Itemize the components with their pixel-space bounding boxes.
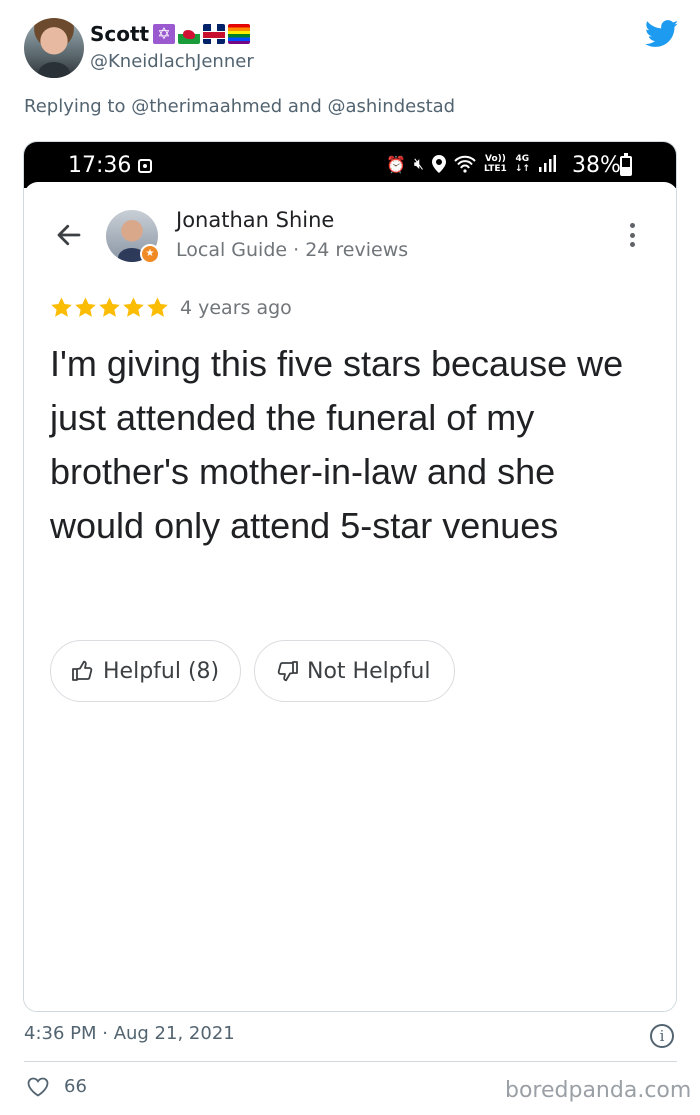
star-icon xyxy=(75,297,96,317)
status-icons: ⏰ 🔇︎ Vo)) LTE1 4G ↓↑ xyxy=(386,154,556,174)
helpful-label: Helpful (8) xyxy=(103,658,220,684)
screen-record-icon xyxy=(138,159,152,173)
star-icon xyxy=(51,297,72,317)
thumbs-down-icon xyxy=(277,661,298,682)
author-avatar[interactable] xyxy=(24,18,84,78)
tweet-timestamp[interactable]: 4:36 PM · Aug 21, 2021 xyxy=(24,1023,235,1044)
embedded-screenshot: 17:36 ⏰ 🔇︎ Vo)) LTE1 4G ↓↑ 38% ★ Jonatha… xyxy=(23,141,677,1012)
watermark: boredpanda.com xyxy=(505,1078,692,1103)
volte-label: Vo)) xyxy=(484,154,506,164)
star-of-david-icon: ✡ xyxy=(153,24,175,44)
lte-label: LTE1 xyxy=(484,164,507,174)
like-count: 66 xyxy=(64,1076,87,1097)
battery-percent: 38% xyxy=(572,153,621,178)
signal-icon xyxy=(538,155,556,172)
battery-icon xyxy=(620,153,632,176)
local-guide-badge-icon: ★ xyxy=(140,244,160,264)
star-icon xyxy=(147,297,168,317)
author-handle[interactable]: @KneidlachJenner xyxy=(90,51,254,72)
reviewer-name[interactable]: Jonathan Shine xyxy=(176,208,334,232)
uk-flag-icon xyxy=(203,24,225,44)
twitter-bird-icon[interactable] xyxy=(645,20,679,48)
more-options-icon[interactable] xyxy=(624,220,640,250)
rainbow-flag-icon xyxy=(228,24,250,44)
mute-icon: 🔇︎ xyxy=(413,154,425,173)
star-icon xyxy=(123,297,144,317)
thumbs-up-icon xyxy=(72,660,93,681)
heart-icon[interactable] xyxy=(26,1075,50,1099)
not-helpful-label: Not Helpful xyxy=(307,658,431,684)
back-arrow-icon[interactable] xyxy=(54,220,84,250)
data-type-indicator: 4G ↓↑ xyxy=(515,154,530,174)
data-arrows-icon: ↓↑ xyxy=(514,164,530,174)
divider xyxy=(24,1061,677,1062)
info-icon[interactable]: i xyxy=(650,1024,674,1048)
wifi-icon xyxy=(454,155,476,173)
wales-flag-icon xyxy=(178,24,200,44)
author-name[interactable]: Scott xyxy=(90,22,149,46)
star-icon xyxy=(99,297,120,317)
status-time: 17:36 xyxy=(68,153,132,178)
author-flags: ✡ xyxy=(153,24,250,44)
data-type-label: 4G xyxy=(515,154,530,164)
reviewer-subtitle: Local Guide · 24 reviews xyxy=(176,239,409,261)
volte-indicator: Vo)) LTE1 xyxy=(484,154,507,174)
helpful-button[interactable]: Helpful (8) xyxy=(50,640,241,702)
location-icon xyxy=(432,155,447,173)
tweet: Scott ✡ @KneidlachJenner Replying to @th… xyxy=(0,0,700,1115)
review-age: 4 years ago xyxy=(180,297,292,319)
alarm-icon: ⏰ xyxy=(386,154,406,174)
review-text: I'm giving this five stars because we ju… xyxy=(50,343,624,546)
not-helpful-button[interactable]: Not Helpful xyxy=(254,640,455,702)
reply-context[interactable]: Replying to @therimaahmed and @ashindest… xyxy=(24,96,455,117)
star-rating xyxy=(50,296,169,319)
review-card: ★ Jonathan Shine Local Guide · 24 review… xyxy=(24,182,676,1011)
